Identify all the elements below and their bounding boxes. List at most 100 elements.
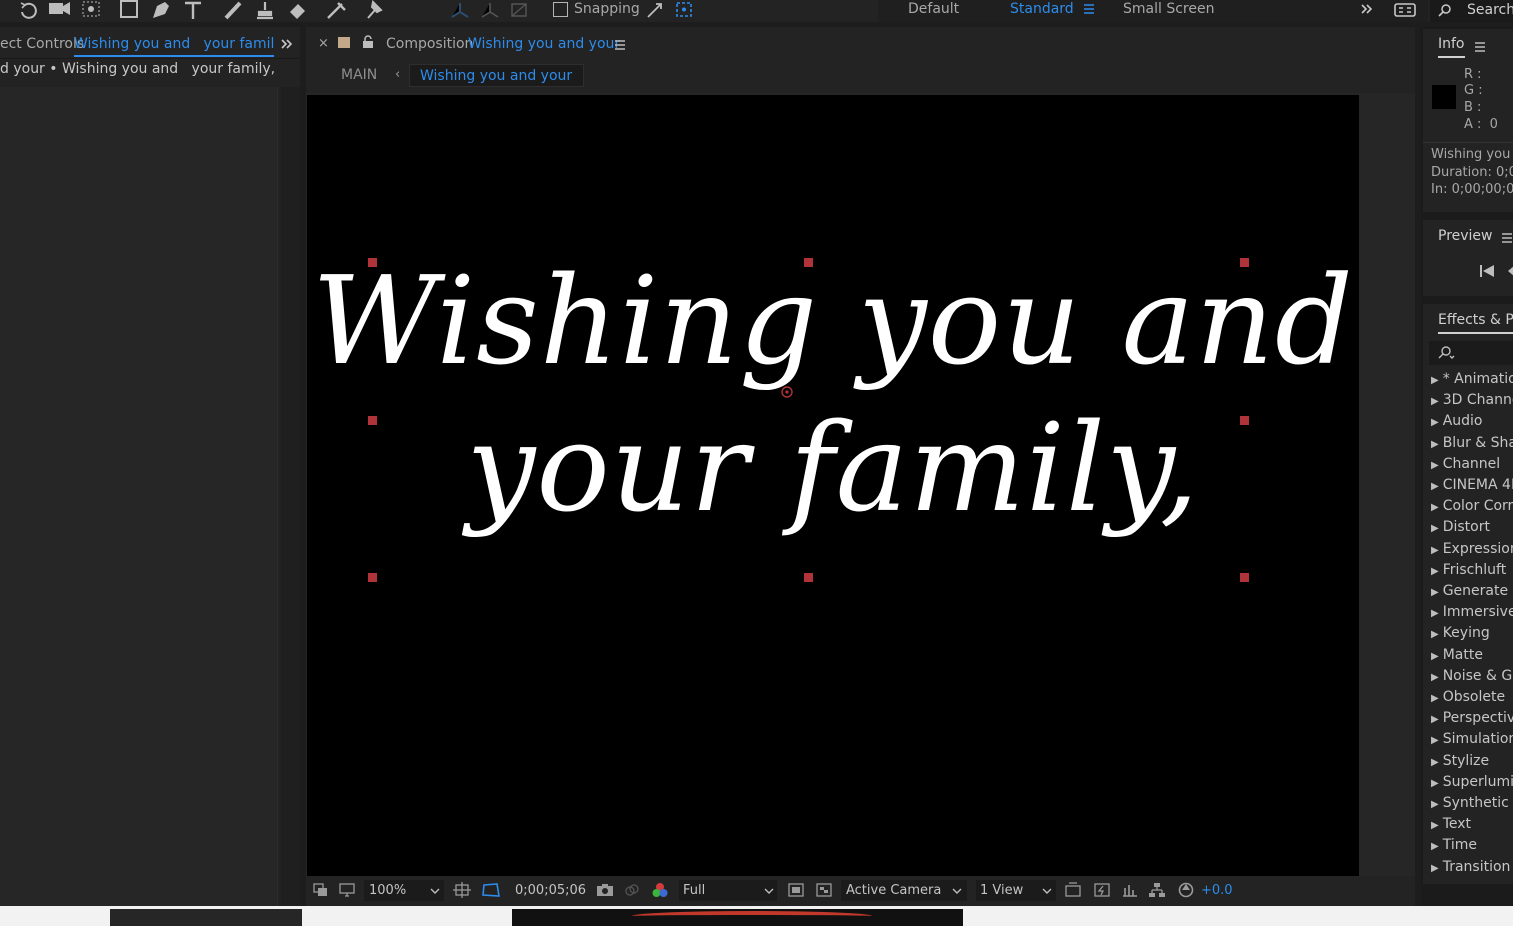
disclosure-triangle-icon[interactable]: ▶ bbox=[1431, 439, 1439, 450]
transform-handle-bottom-right[interactable] bbox=[1240, 573, 1249, 582]
flowchart-icon[interactable] bbox=[1148, 882, 1166, 898]
transform-handle-middle-right[interactable] bbox=[1240, 416, 1249, 425]
effect-category-item[interactable]: ▶ Matte bbox=[1431, 647, 1483, 663]
disclosure-triangle-icon[interactable]: ▶ bbox=[1431, 523, 1439, 534]
effects-search-input[interactable] bbox=[1429, 341, 1513, 365]
transparency-grid-icon[interactable] bbox=[816, 883, 832, 897]
disclosure-triangle-icon[interactable]: ▶ bbox=[1431, 778, 1439, 789]
channel-rgb-icon[interactable] bbox=[651, 882, 669, 898]
effect-controls-layer-tab[interactable]: Wishing you and your famil bbox=[74, 36, 275, 57]
search-help-field[interactable]: Search bbox=[1430, 0, 1513, 22]
disclosure-triangle-icon[interactable]: ▶ bbox=[1431, 735, 1439, 746]
transform-handle-bottom-center[interactable] bbox=[804, 573, 813, 582]
first-frame-icon[interactable] bbox=[1479, 264, 1495, 278]
transform-handle-top-center[interactable] bbox=[804, 258, 813, 267]
pen-tool-icon[interactable] bbox=[150, 0, 174, 20]
disclosure-triangle-icon[interactable]: ▶ bbox=[1431, 799, 1439, 810]
grid-guides-icon[interactable] bbox=[453, 882, 471, 898]
axis-world-icon[interactable] bbox=[479, 0, 503, 20]
disclosure-triangle-icon[interactable]: ▶ bbox=[1431, 545, 1439, 556]
roto-brush-tool-icon[interactable] bbox=[325, 0, 349, 20]
previous-frame-icon[interactable] bbox=[1507, 264, 1513, 278]
disclosure-triangle-icon[interactable]: ▶ bbox=[1431, 587, 1439, 598]
effect-category-item[interactable]: ▶ Time bbox=[1431, 837, 1477, 853]
disclosure-triangle-icon[interactable]: ▶ bbox=[1431, 863, 1439, 874]
effect-category-item[interactable]: ▶3D Channel bbox=[1431, 392, 1513, 408]
axis-view-icon[interactable] bbox=[508, 0, 532, 20]
brush-tool-icon[interactable] bbox=[222, 0, 246, 20]
effect-category-item[interactable]: ▶ Stylize bbox=[1431, 753, 1489, 769]
transform-handle-top-left[interactable] bbox=[368, 258, 377, 267]
pan-behind-tool-icon[interactable] bbox=[80, 0, 104, 20]
effect-category-item[interactable]: ▶Superlumin bbox=[1431, 774, 1513, 790]
toggle-pixel-aspect-icon[interactable] bbox=[1064, 882, 1082, 898]
text-layer-line-1[interactable]: Wishing you and bbox=[307, 260, 1359, 382]
disclosure-triangle-icon[interactable]: ▶ bbox=[1431, 375, 1439, 386]
effect-category-item[interactable]: ▶ Text bbox=[1431, 816, 1471, 832]
effect-category-item[interactable]: ▶Synthetic Ap bbox=[1431, 795, 1513, 811]
disclosure-triangle-icon[interactable]: ▶ bbox=[1431, 672, 1439, 683]
snapshot-camera-icon[interactable] bbox=[596, 883, 614, 897]
effect-category-item[interactable]: ▶ Generate bbox=[1431, 583, 1508, 599]
disclosure-triangle-icon[interactable]: ▶ bbox=[1431, 608, 1439, 619]
panel-overflow-icon[interactable] bbox=[280, 37, 294, 51]
resolution-dropdown[interactable]: Full bbox=[679, 880, 777, 901]
breadcrumb-current[interactable]: Wishing you and your bbox=[420, 68, 572, 84]
rotate-tool-icon[interactable] bbox=[16, 0, 40, 20]
composition-canvas[interactable]: Wishing you and your family, bbox=[307, 95, 1359, 876]
effect-category-item[interactable]: ▶ Immersive bbox=[1431, 604, 1513, 620]
effect-category-item[interactable]: ▶ Frischluft bbox=[1431, 562, 1506, 578]
workspace-overflow-icon[interactable] bbox=[1360, 2, 1374, 16]
transform-handle-top-right[interactable] bbox=[1240, 258, 1249, 267]
effect-category-item[interactable]: ▶ Simulation bbox=[1431, 731, 1513, 747]
effect-category-item[interactable]: ▶Blur & Shar bbox=[1431, 435, 1513, 451]
effect-category-item[interactable]: ▶ Obsolete bbox=[1431, 689, 1505, 705]
type-tool-icon[interactable] bbox=[182, 0, 206, 20]
disclosure-triangle-icon[interactable]: ▶ bbox=[1431, 417, 1439, 428]
effect-category-item[interactable]: ▶CINEMA 4D bbox=[1431, 477, 1513, 493]
camera-tool-icon[interactable] bbox=[47, 0, 71, 20]
camera-dropdown[interactable]: Active Camera bbox=[841, 880, 967, 901]
disclosure-triangle-icon[interactable]: ▶ bbox=[1431, 396, 1439, 407]
preview-panel-title[interactable]: Preview bbox=[1438, 228, 1493, 244]
disclosure-triangle-icon[interactable]: ▶ bbox=[1431, 757, 1439, 768]
puppet-pin-tool-icon[interactable] bbox=[364, 0, 388, 20]
effects-presets-title[interactable]: Effects & Pre bbox=[1438, 312, 1513, 334]
effect-category-item[interactable]: ▶* Animation bbox=[1431, 371, 1513, 387]
panel-menu-icon[interactable] bbox=[1501, 232, 1513, 244]
effect-category-item[interactable]: ▶Color Corre bbox=[1431, 498, 1513, 514]
timeline-icon[interactable] bbox=[1121, 882, 1139, 898]
snap-features-icon[interactable] bbox=[673, 0, 697, 20]
view-layout-dropdown[interactable]: 1 View bbox=[976, 880, 1056, 901]
effect-category-item[interactable]: ▶ Transition bbox=[1431, 859, 1510, 875]
workspace-small-screen[interactable]: Small Screen bbox=[1123, 1, 1214, 17]
disclosure-triangle-icon[interactable]: ▶ bbox=[1431, 460, 1439, 471]
region-of-interest-icon[interactable] bbox=[788, 883, 804, 897]
workspace-menu-icon[interactable] bbox=[1083, 3, 1095, 15]
anchor-point-icon[interactable] bbox=[780, 385, 794, 399]
effect-category-item[interactable]: ▶ Channel bbox=[1431, 456, 1500, 472]
rectangle-tool-icon[interactable] bbox=[118, 0, 142, 20]
effect-category-item[interactable]: ▶ Distort bbox=[1431, 519, 1490, 535]
effect-category-item[interactable]: ▶ Keying bbox=[1431, 625, 1490, 641]
effect-controls-tab-label[interactable]: ect Controls bbox=[0, 36, 84, 52]
disclosure-triangle-icon[interactable]: ▶ bbox=[1431, 714, 1439, 725]
breadcrumb-main[interactable]: MAIN bbox=[341, 67, 377, 83]
composition-tab-name[interactable]: Wishing you and your bbox=[468, 36, 620, 52]
effect-category-item[interactable]: ▶ Audio bbox=[1431, 413, 1483, 429]
disclosure-triangle-icon[interactable]: ▶ bbox=[1431, 629, 1439, 640]
clone-stamp-tool-icon[interactable] bbox=[254, 0, 278, 20]
effect-category-item[interactable]: ▶Noise & Gra bbox=[1431, 668, 1513, 684]
eraser-tool-icon[interactable] bbox=[286, 0, 310, 20]
transform-handle-middle-left[interactable] bbox=[368, 416, 377, 425]
panel-menu-icon[interactable] bbox=[614, 39, 626, 51]
transform-handle-bottom-left[interactable] bbox=[368, 573, 377, 582]
effect-category-item[interactable]: ▶Perspective bbox=[1431, 710, 1513, 726]
lock-icon[interactable] bbox=[362, 35, 374, 49]
sync-settings-icon[interactable] bbox=[1394, 2, 1416, 18]
disclosure-triangle-icon[interactable]: ▶ bbox=[1431, 502, 1439, 513]
snap-edges-icon[interactable] bbox=[644, 0, 668, 20]
disclosure-triangle-icon[interactable]: ▶ bbox=[1431, 566, 1439, 577]
show-snapshot-icon[interactable] bbox=[624, 883, 640, 897]
panel-menu-icon[interactable] bbox=[1474, 41, 1486, 53]
